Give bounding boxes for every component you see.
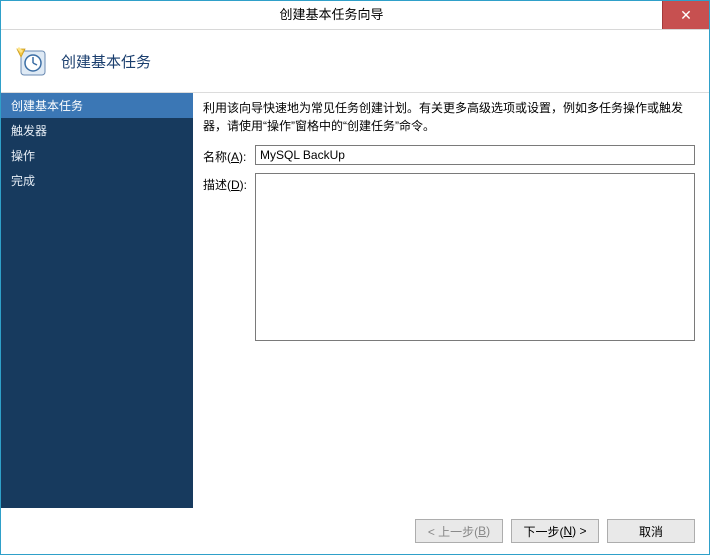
sidebar-step-label: 完成 [11, 174, 35, 188]
wizard-heading: 创建基本任务 [61, 51, 151, 72]
name-input[interactable] [255, 145, 695, 165]
name-label: 名称(A): [203, 145, 255, 165]
sidebar-step-finish[interactable]: 完成 [1, 168, 193, 193]
name-row: 名称(A): [203, 145, 695, 165]
wizard-body: 创建基本任务 触发器 操作 完成 利用该向导快速地为常见任务创建计划。有关更多高… [1, 93, 709, 508]
wizard-header: 创建基本任务 [1, 30, 709, 93]
sidebar-step-action[interactable]: 操作 [1, 143, 193, 168]
wizard-footer: < 上一步(B) 下一步(N) > 取消 [1, 508, 709, 554]
sidebar-step-label: 触发器 [11, 124, 47, 138]
cancel-button[interactable]: 取消 [607, 519, 695, 543]
description-label: 描述(D): [203, 173, 255, 193]
wizard-content: 利用该向导快速地为常见任务创建计划。有关更多高级选项或设置，例如多任务操作或触发… [193, 93, 709, 508]
sidebar-step-label: 操作 [11, 149, 35, 163]
sidebar-step-create[interactable]: 创建基本任务 [1, 93, 193, 118]
sidebar-step-label: 创建基本任务 [11, 99, 83, 113]
intro-text: 利用该向导快速地为常见任务创建计划。有关更多高级选项或设置，例如多任务操作或触发… [203, 99, 695, 135]
description-textarea[interactable] [255, 173, 695, 341]
next-button[interactable]: 下一步(N) > [511, 519, 599, 543]
close-icon: ✕ [680, 7, 692, 24]
window-title: 创建基本任务向导 [1, 1, 662, 29]
wizard-clock-icon [15, 45, 47, 77]
close-button[interactable]: ✕ [662, 1, 709, 29]
wizard-window: 创建基本任务向导 ✕ 创建基本任务 创建基本任务 触发器 [0, 0, 710, 555]
titlebar: 创建基本任务向导 ✕ [1, 1, 709, 30]
back-button: < 上一步(B) [415, 519, 503, 543]
sidebar-step-trigger[interactable]: 触发器 [1, 118, 193, 143]
wizard-sidebar: 创建基本任务 触发器 操作 完成 [1, 93, 193, 508]
description-row: 描述(D): [203, 173, 695, 341]
